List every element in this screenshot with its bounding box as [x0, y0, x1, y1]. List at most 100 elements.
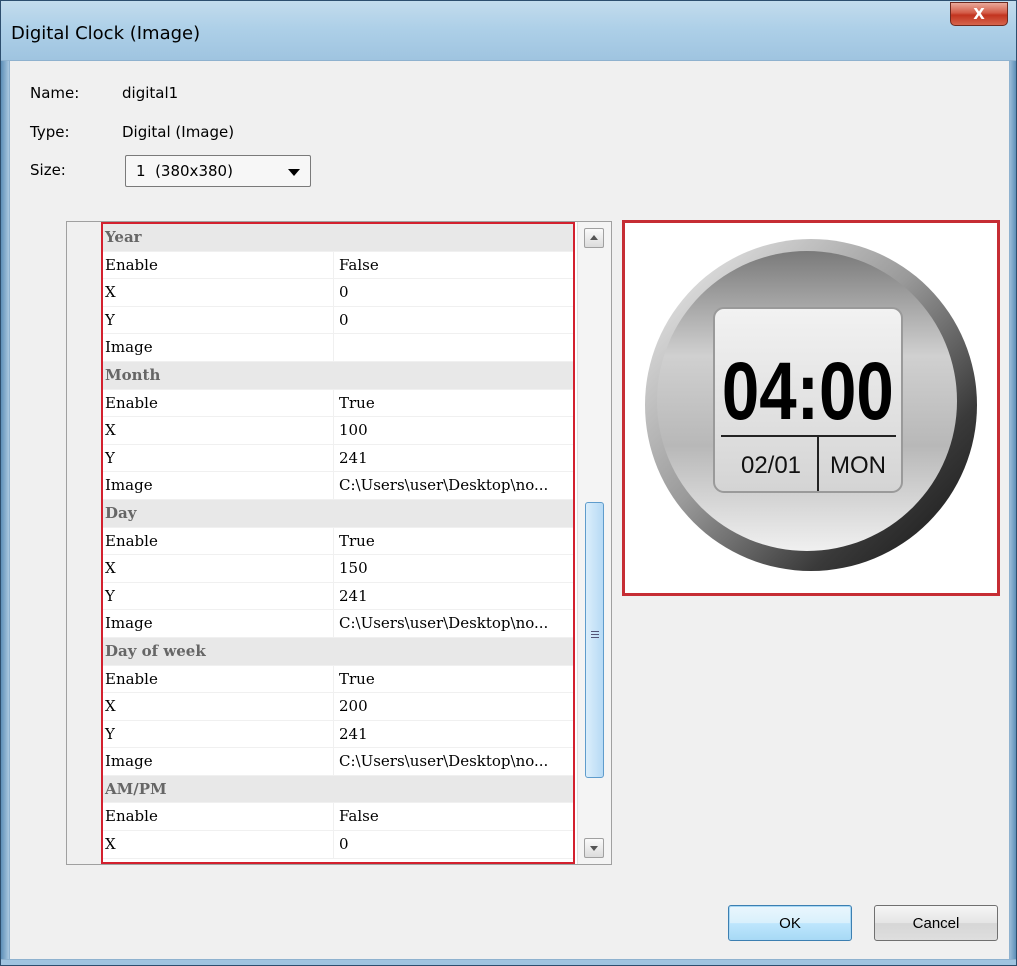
grid-property-name: Enable	[105, 669, 158, 688]
grid-column-divider	[333, 306, 334, 334]
vertical-scrollbar[interactable]	[577, 222, 611, 864]
grid-property-value[interactable]: False	[339, 256, 379, 274]
grid-property-name: X	[105, 697, 116, 716]
grid-property-value[interactable]: 150	[339, 559, 368, 577]
grid-property-row[interactable]: Enable True	[103, 665, 573, 694]
grid-property-row[interactable]: X 200	[103, 693, 573, 721]
preview-date: 02/01	[741, 452, 801, 479]
grid-column-divider	[333, 555, 334, 582]
grid-property-name: Enable	[105, 393, 158, 412]
close-button[interactable]: X	[950, 2, 1008, 26]
grip-icon	[591, 631, 599, 638]
grid-property-row[interactable]: Enable False	[103, 803, 573, 832]
grid-property-row[interactable]: Y0	[103, 306, 573, 335]
grid-property-row[interactable]: Image C:\Users\user\Desktop\no...	[103, 472, 573, 500]
grid-property-value[interactable]: 241	[339, 725, 368, 743]
grid-property-value[interactable]: 100	[339, 421, 368, 439]
grid-property-row[interactable]: X 100	[103, 417, 573, 445]
grid-property-value[interactable]: C:\Users\user\Desktop\no...	[339, 752, 548, 770]
grid-category-row[interactable]: Day of week	[103, 637, 573, 666]
grid-property-name: Enable	[105, 531, 158, 550]
grid-category-row[interactable]: Month	[103, 361, 573, 390]
cancel-button[interactable]: Cancel	[874, 905, 998, 941]
ok-button[interactable]: OK	[728, 905, 852, 941]
grid-property-value[interactable]: 0	[339, 283, 349, 301]
window-frame-bottom	[1, 959, 1016, 965]
type-label: Type:	[30, 123, 70, 141]
name-value: digital1	[122, 84, 179, 102]
grid-property-value[interactable]: 200	[339, 697, 368, 715]
grid-category-row[interactable]: AM/PM	[103, 775, 573, 804]
grid-property-name: X	[105, 283, 116, 302]
scroll-thumb[interactable]	[585, 502, 604, 778]
grid-category-label: AM/PM	[105, 779, 167, 798]
grid-column-divider	[333, 334, 334, 361]
window-title: Digital Clock (Image)	[11, 23, 201, 44]
grid-column-divider	[333, 444, 334, 472]
size-selected-value: 1 (380x380)	[136, 162, 233, 180]
property-grid-rows: Year Enable False X 0 Y 0 Image Month Enable True X…	[103, 224, 573, 859]
grid-column-divider	[333, 472, 334, 499]
scroll-up-button[interactable]	[584, 228, 604, 248]
grid-column-divider	[333, 665, 334, 693]
preview-weekday: MON	[830, 452, 886, 479]
grid-column-divider	[333, 693, 334, 720]
grid-property-value[interactable]: 241	[339, 587, 368, 605]
close-icon: X	[973, 5, 985, 23]
grid-property-row[interactable]: Enable True	[103, 389, 573, 418]
chevron-down-icon	[288, 169, 300, 176]
property-grid-highlight: Year Enable False X 0 Y 0 Image Month Enable True X…	[101, 222, 575, 864]
type-value: Digital (Image)	[122, 123, 235, 141]
size-label: Size:	[30, 161, 66, 179]
grid-property-value[interactable]: 241	[339, 449, 368, 467]
title-bar[interactable]: Digital Clock (Image) X	[1, 1, 1016, 61]
property-grid[interactable]: Year Enable False X 0 Y 0 Image Month Enable True X…	[66, 221, 612, 865]
grid-category-label: Year	[105, 228, 142, 246]
size-dropdown[interactable]: 1 (380x380)	[125, 155, 311, 187]
grid-property-value[interactable]: C:\Users\user\Desktop\no...	[339, 476, 548, 494]
grid-property-row[interactable]: Y 241	[103, 720, 573, 749]
grid-property-name: X	[105, 559, 116, 578]
grid-property-value[interactable]: 0	[339, 311, 349, 329]
grid-property-value[interactable]: True	[339, 394, 375, 412]
grid-column-divider	[333, 279, 334, 306]
grid-category-label: Day	[105, 503, 137, 522]
grid-property-value[interactable]: 0	[339, 835, 349, 853]
grid-property-value[interactable]: C:\Users\user\Desktop\no...	[339, 614, 548, 632]
grid-property-row[interactable]: Y 241	[103, 444, 573, 473]
grid-property-row[interactable]: X 150	[103, 555, 573, 583]
grid-column-divider	[333, 831, 334, 858]
grid-property-name: Y	[105, 724, 115, 743]
grid-property-row[interactable]: Enable True	[103, 527, 573, 556]
grid-property-name: X	[105, 421, 116, 440]
grid-property-name: Enable	[105, 807, 158, 826]
grid-property-value[interactable]: True	[339, 532, 375, 550]
clock-preview: 04:00 02/01 MON	[622, 220, 1000, 596]
grid-property-name: Image	[105, 752, 153, 771]
grid-property-name: Image	[105, 476, 153, 495]
grid-category-row[interactable]: Year	[103, 224, 573, 252]
grid-property-row[interactable]: Image	[103, 334, 573, 362]
preview-time: 04:00	[722, 345, 894, 437]
scroll-down-button[interactable]	[584, 838, 604, 858]
clock-face-image: 04:00 02/01 MON	[645, 239, 977, 571]
name-label: Name:	[30, 84, 80, 102]
grid-category-label: Day of week	[105, 641, 206, 660]
grid-property-name: X	[105, 835, 116, 854]
grid-property-row[interactable]: Y 241	[103, 582, 573, 611]
grid-property-name: Y	[105, 448, 115, 467]
grid-property-name: Enable	[105, 255, 158, 274]
grid-column-divider	[333, 527, 334, 555]
grid-property-value[interactable]: False	[339, 807, 379, 825]
grid-property-row[interactable]: X0	[103, 831, 573, 859]
grid-category-row[interactable]: Day	[103, 499, 573, 528]
grid-property-name: Y	[105, 310, 115, 329]
grid-property-row[interactable]: Enable False	[103, 251, 573, 280]
property-grid-gutter	[67, 222, 103, 864]
grid-property-name: Image	[105, 614, 153, 633]
grid-property-row[interactable]: Image C:\Users\user\Desktop\no...	[103, 610, 573, 638]
grid-column-divider	[333, 803, 334, 831]
grid-property-value[interactable]: True	[339, 670, 375, 688]
grid-property-row[interactable]: Image C:\Users\user\Desktop\no...	[103, 748, 573, 776]
grid-property-row[interactable]: X0	[103, 279, 573, 307]
